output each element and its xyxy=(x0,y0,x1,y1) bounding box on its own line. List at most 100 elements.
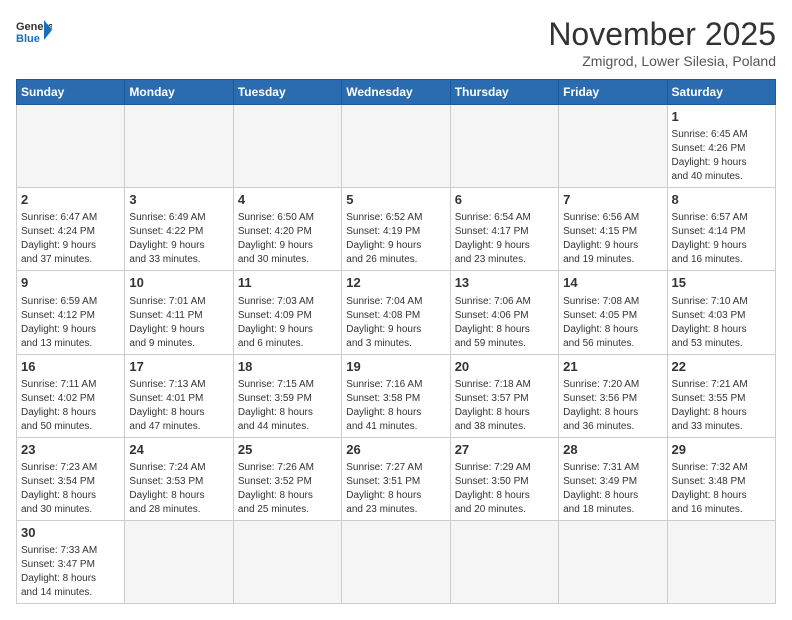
calendar-cell xyxy=(233,520,341,603)
day-number: 24 xyxy=(129,441,228,459)
day-info: Sunrise: 7:29 AM Sunset: 3:50 PM Dayligh… xyxy=(455,461,554,517)
calendar-cell: 17Sunrise: 7:13 AM Sunset: 4:01 PM Dayli… xyxy=(125,354,233,437)
day-info: Sunrise: 7:16 AM Sunset: 3:58 PM Dayligh… xyxy=(346,378,445,434)
day-number: 26 xyxy=(346,441,445,459)
day-header-friday: Friday xyxy=(559,80,667,105)
day-info: Sunrise: 7:13 AM Sunset: 4:01 PM Dayligh… xyxy=(129,378,228,434)
day-info: Sunrise: 6:59 AM Sunset: 4:12 PM Dayligh… xyxy=(21,295,120,351)
calendar-cell: 24 Sunrise: 7:24 AM Sunset: 3:53 PM Dayli… xyxy=(125,437,233,520)
day-header-wednesday: Wednesday xyxy=(342,80,450,105)
day-number: 7 xyxy=(563,191,662,209)
month-title: November 2025 xyxy=(548,16,776,53)
day-info: Sunrise: 7:27 AM Sunset: 3:51 PM Dayligh… xyxy=(346,461,445,517)
calendar-cell: 21 Sunrise: 7:20 AM Sunset: 3:56 PM Dayli… xyxy=(559,354,667,437)
logo-icon: General Blue xyxy=(16,16,52,44)
day-header-sunday: Sunday xyxy=(17,80,125,105)
day-number: 3 xyxy=(129,191,228,209)
day-number: 14 xyxy=(563,274,662,292)
day-info: Sunrise: 6:56 AM Sunset: 4:15 PM Dayligh… xyxy=(563,211,662,267)
day-header-saturday: Saturday xyxy=(667,80,775,105)
day-number: 5 xyxy=(346,191,445,209)
day-header-thursday: Thursday xyxy=(450,80,558,105)
calendar-cell: 8 Sunrise: 6:57 AM Sunset: 4:14 PM Daylig… xyxy=(667,188,775,271)
calendar-cell: 4 Sunrise: 6:50 AM Sunset: 4:20 PM Daylig… xyxy=(233,188,341,271)
calendar-cell xyxy=(559,520,667,603)
day-number: 22 xyxy=(672,358,771,376)
calendar-cell xyxy=(559,105,667,188)
day-info: Sunrise: 7:24 AM Sunset: 3:53 PM Dayligh… xyxy=(129,461,228,517)
calendar-cell xyxy=(233,105,341,188)
calendar-cell: 19 Sunrise: 7:16 AM Sunset: 3:58 PM Dayli… xyxy=(342,354,450,437)
day-info: Sunrise: 6:54 AM Sunset: 4:17 PM Dayligh… xyxy=(455,211,554,267)
calendar-cell: 14 Sunrise: 7:08 AM Sunset: 4:05 PM Dayli… xyxy=(559,271,667,354)
day-number: 29 xyxy=(672,441,771,459)
day-number: 20 xyxy=(455,358,554,376)
day-number: 10 xyxy=(129,274,228,292)
day-info: Sunrise: 7:31 AM Sunset: 3:49 PM Dayligh… xyxy=(563,461,662,517)
calendar-cell: 25 Sunrise: 7:26 AM Sunset: 3:52 PM Dayli… xyxy=(233,437,341,520)
day-info: Sunrise: 6:49 AM Sunset: 4:22 PM Dayligh… xyxy=(129,211,228,267)
calendar-cell: 30Sunrise: 7:33 AM Sunset: 3:47 PM Dayli… xyxy=(17,520,125,603)
day-info: Sunrise: 6:47 AM Sunset: 4:24 PM Dayligh… xyxy=(21,211,120,267)
day-info: Sunrise: 7:03 AM Sunset: 4:09 PM Dayligh… xyxy=(238,295,337,351)
day-info: Sunrise: 7:20 AM Sunset: 3:56 PM Dayligh… xyxy=(563,378,662,434)
day-number: 2 xyxy=(21,191,120,209)
calendar-cell: 16 Sunrise: 7:11 AM Sunset: 4:02 PM Dayli… xyxy=(17,354,125,437)
calendar-cell: 10Sunrise: 7:01 AM Sunset: 4:11 PM Dayli… xyxy=(125,271,233,354)
calendar-cell xyxy=(450,520,558,603)
day-info: Sunrise: 6:45 AM Sunset: 4:26 PM Dayligh… xyxy=(672,128,771,184)
title-block: November 2025 Zmigrod, Lower Silesia, Po… xyxy=(548,16,776,69)
day-number: 11 xyxy=(238,274,337,292)
day-number: 23 xyxy=(21,441,120,459)
calendar-cell: 18Sunrise: 7:15 AM Sunset: 3:59 PM Dayli… xyxy=(233,354,341,437)
calendar-cell: 23Sunrise: 7:23 AM Sunset: 3:54 PM Dayli… xyxy=(17,437,125,520)
calendar-cell: 6 Sunrise: 6:54 AM Sunset: 4:17 PM Daylig… xyxy=(450,188,558,271)
calendar-cell: 29 Sunrise: 7:32 AM Sunset: 3:48 PM Dayli… xyxy=(667,437,775,520)
day-info: Sunrise: 7:06 AM Sunset: 4:06 PM Dayligh… xyxy=(455,295,554,351)
calendar-cell: 13 Sunrise: 7:06 AM Sunset: 4:06 PM Dayli… xyxy=(450,271,558,354)
day-number: 12 xyxy=(346,274,445,292)
day-number: 15 xyxy=(672,274,771,292)
svg-text:Blue: Blue xyxy=(16,33,40,44)
calendar-cell: 9 Sunrise: 6:59 AM Sunset: 4:12 PM Daylig… xyxy=(17,271,125,354)
day-info: Sunrise: 7:18 AM Sunset: 3:57 PM Dayligh… xyxy=(455,378,554,434)
calendar-cell xyxy=(342,105,450,188)
day-number: 28 xyxy=(563,441,662,459)
logo: General Blue xyxy=(16,16,52,44)
calendar-cell: 1 Sunrise: 6:45 AM Sunset: 4:26 PM Daylig… xyxy=(667,105,775,188)
day-number: 30 xyxy=(21,524,120,542)
day-number: 13 xyxy=(455,274,554,292)
day-info: Sunrise: 7:26 AM Sunset: 3:52 PM Dayligh… xyxy=(238,461,337,517)
calendar-cell: 28 Sunrise: 7:31 AM Sunset: 3:49 PM Dayli… xyxy=(559,437,667,520)
day-info: Sunrise: 7:08 AM Sunset: 4:05 PM Dayligh… xyxy=(563,295,662,351)
day-number: 25 xyxy=(238,441,337,459)
day-info: Sunrise: 7:32 AM Sunset: 3:48 PM Dayligh… xyxy=(672,461,771,517)
day-number: 8 xyxy=(672,191,771,209)
calendar-cell: 20 Sunrise: 7:18 AM Sunset: 3:57 PM Dayli… xyxy=(450,354,558,437)
calendar-cell: 12Sunrise: 7:04 AM Sunset: 4:08 PM Dayli… xyxy=(342,271,450,354)
day-number: 6 xyxy=(455,191,554,209)
day-number: 19 xyxy=(346,358,445,376)
calendar-table: SundayMondayTuesdayWednesdayThursdayFrid… xyxy=(16,79,776,604)
page-header: General Blue November 2025 Zmigrod, Lowe… xyxy=(16,16,776,69)
location-subtitle: Zmigrod, Lower Silesia, Poland xyxy=(548,53,776,69)
day-info: Sunrise: 6:50 AM Sunset: 4:20 PM Dayligh… xyxy=(238,211,337,267)
day-number: 16 xyxy=(21,358,120,376)
day-number: 18 xyxy=(238,358,337,376)
day-number: 9 xyxy=(21,274,120,292)
calendar-cell: 2 Sunrise: 6:47 AM Sunset: 4:24 PM Daylig… xyxy=(17,188,125,271)
day-info: Sunrise: 7:10 AM Sunset: 4:03 PM Dayligh… xyxy=(672,295,771,351)
calendar-cell xyxy=(450,105,558,188)
day-info: Sunrise: 6:57 AM Sunset: 4:14 PM Dayligh… xyxy=(672,211,771,267)
day-info: Sunrise: 7:11 AM Sunset: 4:02 PM Dayligh… xyxy=(21,378,120,434)
day-header-tuesday: Tuesday xyxy=(233,80,341,105)
calendar-cell: 3 Sunrise: 6:49 AM Sunset: 4:22 PM Daylig… xyxy=(125,188,233,271)
day-number: 4 xyxy=(238,191,337,209)
calendar-cell: 5Sunrise: 6:52 AM Sunset: 4:19 PM Daylig… xyxy=(342,188,450,271)
day-number: 1 xyxy=(672,108,771,126)
day-number: 21 xyxy=(563,358,662,376)
calendar-cell: 15 Sunrise: 7:10 AM Sunset: 4:03 PM Dayli… xyxy=(667,271,775,354)
day-info: Sunrise: 7:21 AM Sunset: 3:55 PM Dayligh… xyxy=(672,378,771,434)
calendar-cell xyxy=(342,520,450,603)
day-number: 27 xyxy=(455,441,554,459)
